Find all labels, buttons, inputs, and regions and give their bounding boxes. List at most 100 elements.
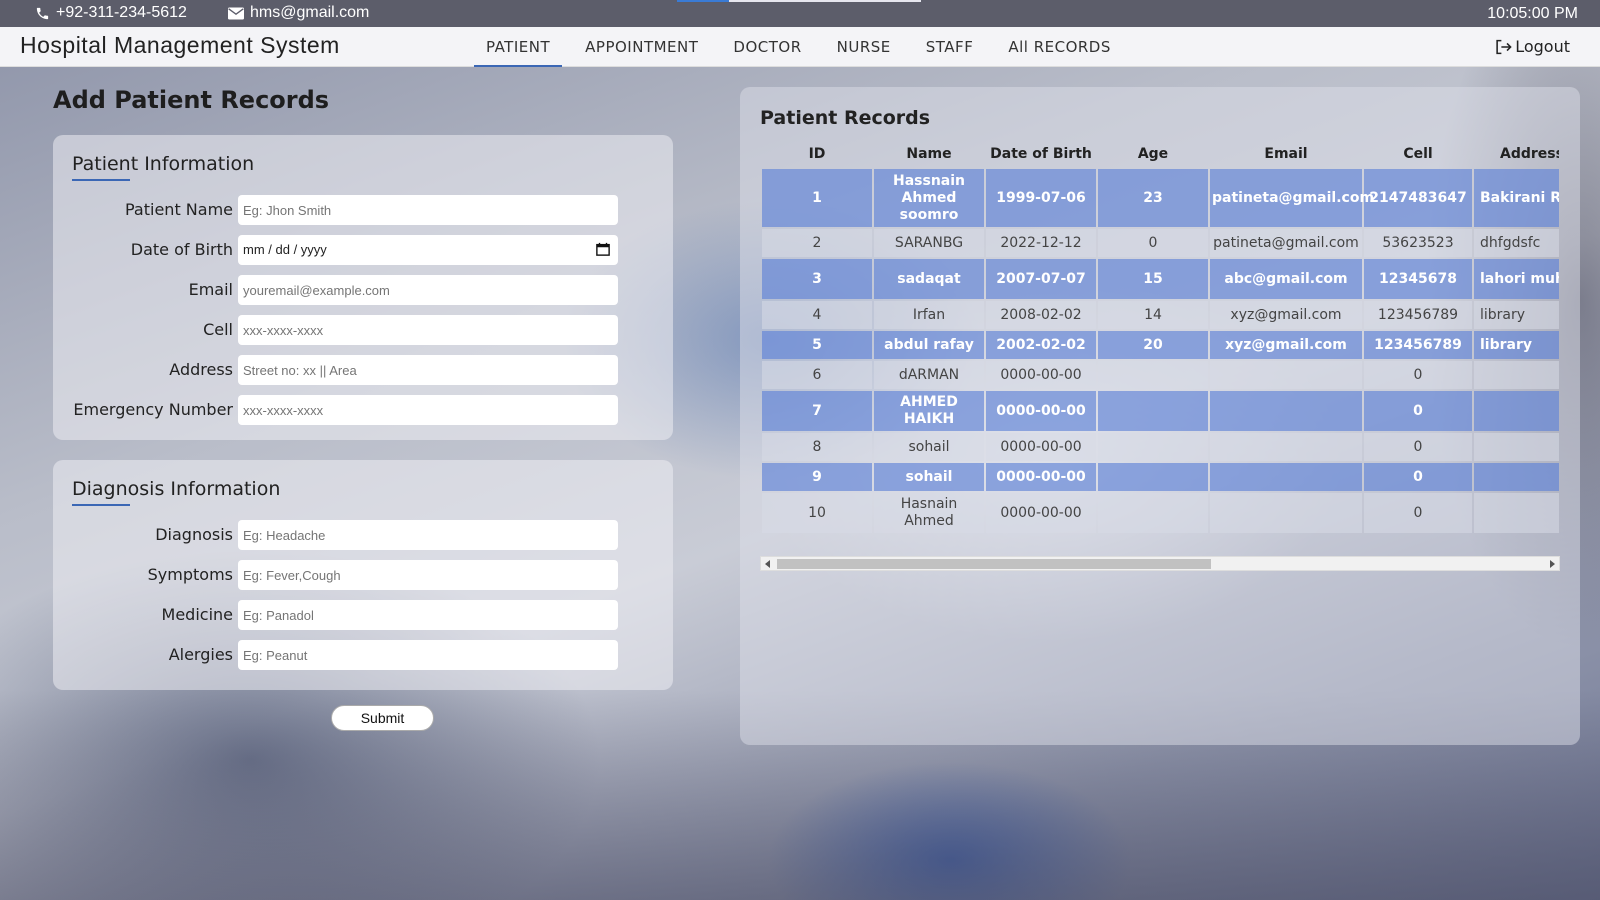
symptoms-input[interactable]: [238, 560, 618, 590]
nav-nurse[interactable]: NURSE: [825, 27, 903, 67]
navbar: Hospital Management System PATIENT APPOI…: [0, 27, 1600, 67]
cell-input[interactable]: [238, 315, 618, 345]
cell-email: [1210, 391, 1362, 431]
table-row[interactable]: 2 SARANBG 2022-12-12 0 patineta@gmail.com 536…: [762, 229, 1559, 257]
table-row[interactable]: 7 AHMED HAIKH 0000-00-00 0: [762, 391, 1559, 431]
cell-id: 6: [762, 361, 872, 389]
loading-track: [729, 0, 921, 2]
section-title-text: Patient Information: [72, 153, 255, 175]
section-title: Patient Information: [72, 153, 255, 181]
cell-dob: 2008-02-02: [986, 301, 1096, 329]
column-header-cell[interactable]: Cell: [1364, 141, 1472, 167]
cell-age: 14: [1098, 301, 1208, 329]
submit-button[interactable]: Submit: [331, 705, 434, 731]
cell-name: dARMAN: [874, 361, 984, 389]
phone-icon: [36, 7, 49, 19]
cell-phone: 123456789: [1364, 331, 1472, 359]
scroll-left-icon[interactable]: [765, 560, 770, 568]
table-header-row: ID Name Date of Birth Age Email Cell Add…: [762, 141, 1559, 167]
table-row[interactable]: 6 dARMAN 0000-00-00 0: [762, 361, 1559, 389]
allergies-input[interactable]: [238, 640, 618, 670]
table-row[interactable]: 4 Irfan 2008-02-02 14 xyz@gmail.com 123456789…: [762, 301, 1559, 329]
diagnosis-info-card: Diagnosis Information Diagnosis Symptoms…: [53, 460, 673, 690]
scrollbar-thumb[interactable]: [777, 559, 1211, 569]
table-row[interactable]: 10 Hasnain Ahmed 0000-00-00 0: [762, 493, 1559, 533]
records-table-container[interactable]: ID Name Date of Birth Age Email Cell Add…: [760, 139, 1559, 549]
form-row-patient-name: Patient Name: [53, 195, 673, 225]
cell-email: patineta@gmail.com: [1210, 169, 1374, 227]
cell-id: 7: [762, 391, 872, 431]
cell-email: [1210, 493, 1362, 533]
column-header-address[interactable]: Address: [1474, 141, 1559, 167]
field-label: Symptoms: [147, 565, 233, 584]
cell-age: [1098, 361, 1208, 389]
field-label: Diagnosis: [155, 525, 233, 544]
cell-dob: 2007-07-07: [986, 259, 1096, 299]
cell-phone: 53623523: [1364, 229, 1472, 257]
table-row[interactable]: 3 sadaqat 2007-07-07 15 abc@gmail.com 1234567…: [762, 259, 1559, 299]
app-title: Hospital Management System: [20, 32, 340, 58]
form-row-email: Email: [53, 275, 673, 305]
medicine-input[interactable]: [238, 600, 618, 630]
section-underline: [72, 504, 130, 506]
cell-dob: 0000-00-00: [986, 433, 1096, 461]
horizontal-scrollbar[interactable]: [760, 556, 1560, 571]
column-header-age[interactable]: Age: [1098, 141, 1208, 167]
cell-dob: 0000-00-00: [986, 391, 1096, 431]
mail-icon: [228, 7, 244, 19]
cell-email: [1210, 463, 1362, 491]
email-address: hms@gmail.com: [250, 4, 370, 21]
logout-icon: [1496, 39, 1512, 55]
cell-address: lahori muha lrk: [1474, 259, 1559, 299]
column-header-email[interactable]: Email: [1210, 141, 1362, 167]
nav-patient[interactable]: PATIENT: [474, 27, 563, 67]
cell-address: [1474, 463, 1559, 491]
cell-name: sohail: [874, 433, 984, 461]
cell-id: 1: [762, 169, 872, 227]
section-title-text: Diagnosis Information: [72, 478, 281, 500]
email-input[interactable]: [238, 275, 618, 305]
table-row[interactable]: 8 sohail 0000-00-00 0: [762, 433, 1559, 461]
nav-doctor[interactable]: DOCTOR: [721, 27, 813, 67]
patient-name-input[interactable]: [238, 195, 618, 225]
main-nav: PATIENT APPOINTMENT DOCTOR NURSE STAFF A…: [474, 27, 1134, 67]
dob-input[interactable]: mm / dd / yyyy: [238, 235, 618, 265]
cell-email: [1210, 433, 1362, 461]
cell-id: 2: [762, 229, 872, 257]
field-label: Medicine: [161, 605, 233, 624]
cell-id: 4: [762, 301, 872, 329]
nav-all-records[interactable]: All RECORDS: [996, 27, 1123, 67]
nav-staff[interactable]: STAFF: [914, 27, 986, 67]
table-row[interactable]: 5 abdul rafay 2002-02-02 20 xyz@gmail.com 123…: [762, 331, 1559, 359]
column-header-name[interactable]: Name: [874, 141, 984, 167]
nav-appointment[interactable]: APPOINTMENT: [573, 27, 710, 67]
cell-dob: 1999-07-06: [986, 169, 1096, 227]
section-underline: [72, 179, 130, 181]
section-title: Diagnosis Information: [72, 478, 281, 506]
cell-address: [1474, 361, 1559, 389]
calendar-icon[interactable]: [596, 242, 610, 256]
table-row[interactable]: 9 sohail 0000-00-00 0: [762, 463, 1559, 491]
scroll-right-icon[interactable]: [1550, 560, 1555, 568]
field-label: Emergency Number: [73, 400, 233, 419]
cell-age: 0: [1098, 229, 1208, 257]
column-header-id[interactable]: ID: [762, 141, 872, 167]
logout-button[interactable]: Logout: [1495, 27, 1570, 67]
cell-phone: 0: [1364, 433, 1472, 461]
cell-id: 3: [762, 259, 872, 299]
cell-phone: 12345678: [1364, 259, 1472, 299]
address-input[interactable]: [238, 355, 618, 385]
cell-name: SARANBG: [874, 229, 984, 257]
emergency-number-input[interactable]: [238, 395, 618, 425]
form-row-symptoms: Symptoms: [53, 560, 673, 590]
column-header-dob[interactable]: Date of Birth: [986, 141, 1096, 167]
table-row[interactable]: 1 Hassnain Ahmed soomro 1999-07-06 23 patine…: [762, 169, 1559, 227]
diagnosis-input[interactable]: [238, 520, 618, 550]
records-body: 1 Hassnain Ahmed soomro 1999-07-06 23 patine…: [762, 169, 1559, 533]
patient-records-panel: Patient Records ID Name Date of Birth Ag…: [740, 87, 1580, 745]
form-row-address: Address: [53, 355, 673, 385]
form-row-allergies: Alergies: [53, 640, 673, 670]
cell-age: [1098, 433, 1208, 461]
cell-age: [1098, 391, 1208, 431]
cell-phone: 0: [1364, 493, 1472, 533]
